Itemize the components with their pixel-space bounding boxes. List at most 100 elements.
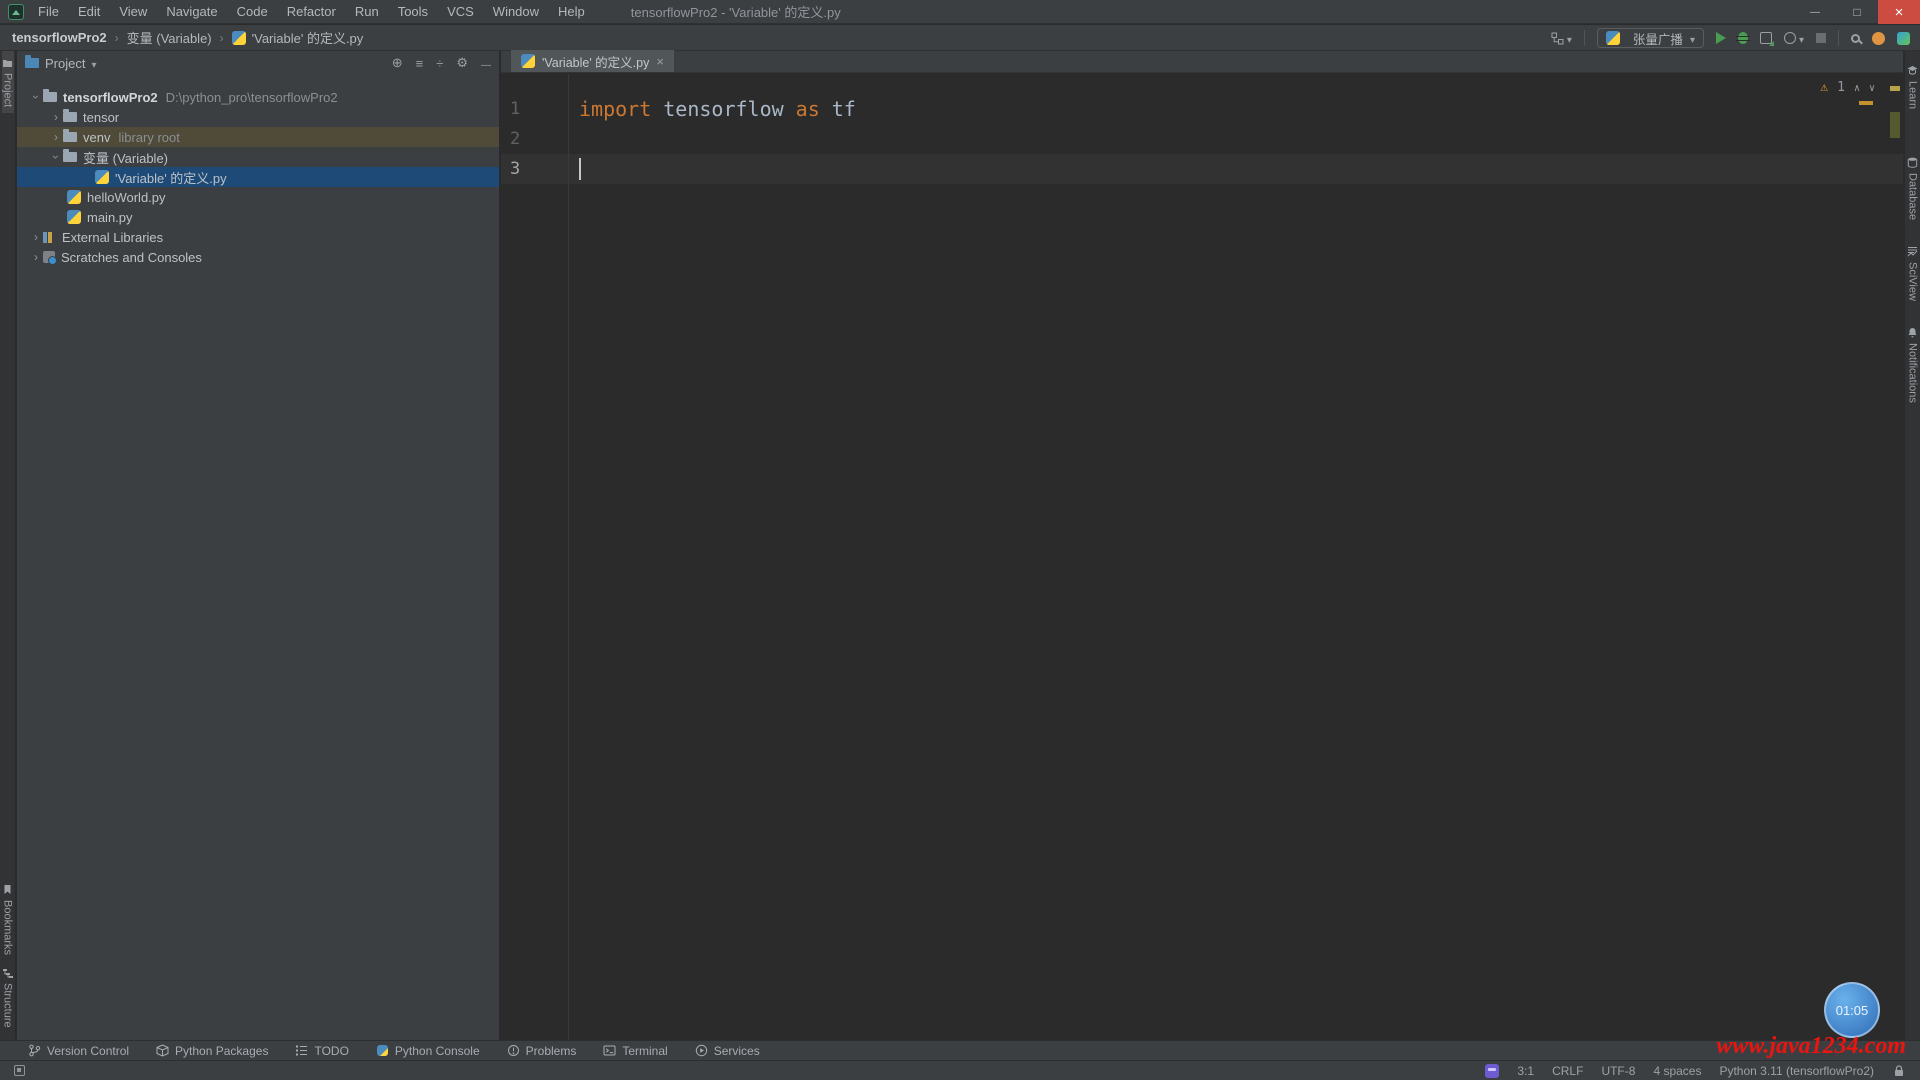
tree-item-scratches[interactable]: Scratches and Consoles — [17, 247, 499, 267]
package-icon — [156, 1044, 169, 1057]
line-number: 3 — [510, 154, 520, 184]
tree-item-root[interactable]: tensorflowPro2 D:\python_pro\tensorflowP… — [17, 87, 499, 107]
tool-button-python-packages[interactable]: Python Packages — [156, 1044, 268, 1058]
tree-item-tensor[interactable]: tensor — [17, 107, 499, 127]
tree-item-venv[interactable]: venv library root — [17, 127, 499, 147]
chevron-down-icon — [1799, 31, 1804, 46]
code-editor[interactable]: 1 importtensorflowastf 2 3 1 — [501, 74, 1903, 1040]
tool-button-notifications[interactable]: Notifications — [1907, 321, 1919, 409]
locate-file-icon[interactable] — [392, 55, 403, 71]
prev-problem-icon[interactable] — [1854, 80, 1860, 95]
scrollbar-warning-mark — [1859, 101, 1873, 105]
chevron-down-icon[interactable] — [49, 150, 63, 164]
editor-tab-active[interactable]: 'Variable' 的定义.py — [511, 50, 674, 72]
tool-window-switcher-icon[interactable] — [14, 1065, 25, 1076]
caret-position[interactable]: 3:1 — [1517, 1064, 1534, 1078]
tool-button-todo[interactable]: TODO — [295, 1044, 348, 1058]
menu-refactor[interactable]: Refactor — [287, 4, 336, 19]
menu-bar: File Edit View Navigate Code Refactor Ru… — [38, 4, 585, 19]
folder-icon — [2, 57, 13, 68]
python-file-icon — [521, 54, 535, 68]
gear-icon[interactable] — [456, 55, 468, 71]
hide-panel-icon[interactable] — [481, 56, 491, 71]
terminal-icon — [603, 1044, 616, 1057]
breadcrumb-project[interactable]: tensorflowPro2 — [12, 30, 107, 45]
tool-button-services[interactable]: Services — [695, 1044, 760, 1058]
tool-button-python-console[interactable]: Python Console — [376, 1044, 480, 1058]
scrollbar-thumb[interactable] — [1890, 112, 1900, 138]
expand-all-icon[interactable] — [416, 56, 424, 71]
maximize-button[interactable] — [1836, 0, 1878, 24]
tree-item-variable-folder[interactable]: 变量 (Variable) — [17, 147, 499, 167]
tool-button-learn[interactable]: Learn — [1907, 59, 1919, 115]
tree-item-helloworld[interactable]: helloWorld.py — [17, 187, 499, 207]
scratches-icon — [43, 251, 55, 263]
chevron-right-icon[interactable] — [29, 230, 43, 244]
tree-item-variable-file[interactable]: 'Variable' 的定义.py — [17, 167, 499, 187]
tool-button-label: Terminal — [622, 1044, 667, 1058]
run-configuration-select[interactable]: 张量广播 — [1597, 28, 1704, 48]
folder-icon — [63, 132, 77, 142]
menu-help[interactable]: Help — [558, 4, 585, 19]
project-panel-title[interactable]: Project — [45, 56, 85, 71]
inspections-widget[interactable]: 1 — [1820, 80, 1875, 95]
menu-file[interactable]: File — [38, 4, 59, 19]
run-button[interactable] — [1716, 32, 1726, 44]
close-tab-icon[interactable] — [656, 54, 664, 69]
tool-button-terminal[interactable]: Terminal — [603, 1044, 667, 1058]
breadcrumb-file[interactable]: 'Variable' 的定义.py — [252, 28, 364, 47]
menu-run[interactable]: Run — [355, 4, 379, 19]
tool-button-bookmarks[interactable]: Bookmarks — [2, 878, 14, 961]
tool-button-problems[interactable]: Problems — [507, 1044, 577, 1058]
app-icon — [8, 4, 24, 20]
chevron-right-icon[interactable] — [49, 130, 63, 144]
todo-icon — [295, 1044, 308, 1057]
chevron-down-icon[interactable] — [91, 56, 96, 71]
tree-item-main[interactable]: main.py — [17, 207, 499, 227]
update-notification-icon[interactable] — [1872, 32, 1885, 45]
learn-icon — [1907, 65, 1918, 76]
profiler-button[interactable] — [1784, 31, 1804, 46]
lock-icon[interactable] — [1892, 1064, 1906, 1077]
tool-button-version-control[interactable]: Version Control — [28, 1044, 129, 1058]
menu-code[interactable]: Code — [237, 4, 268, 19]
tool-button-sciview[interactable]: SciView — [1907, 240, 1919, 307]
indent-setting[interactable]: 4 spaces — [1653, 1064, 1701, 1078]
search-everywhere-icon[interactable] — [1851, 34, 1860, 43]
next-problem-icon[interactable] — [1869, 80, 1875, 95]
code-line: 3 — [501, 154, 1903, 184]
plugin-icon[interactable] — [1897, 32, 1910, 45]
line-ending[interactable]: CRLF — [1552, 1064, 1583, 1078]
menu-window[interactable]: Window — [493, 4, 539, 19]
profiler-icon — [1784, 32, 1796, 44]
menu-navigate[interactable]: Navigate — [166, 4, 217, 19]
collapse-all-icon[interactable] — [436, 56, 443, 71]
watermark-url: www.java1234.com — [1716, 1033, 1906, 1060]
menu-edit[interactable]: Edit — [78, 4, 100, 19]
chevron-right-icon[interactable] — [49, 110, 63, 124]
close-button[interactable] — [1878, 0, 1920, 24]
commit-icon — [1551, 32, 1564, 45]
tree-item-label: Scratches and Consoles — [61, 250, 202, 265]
tree-item-external-libraries[interactable]: External Libraries — [17, 227, 499, 247]
minimize-button[interactable] — [1794, 0, 1836, 24]
plugin-status-icon[interactable] — [1485, 1064, 1499, 1078]
coverage-button[interactable] — [1760, 32, 1772, 44]
chevron-right-icon[interactable] — [29, 250, 43, 264]
breadcrumb-folder[interactable]: 变量 (Variable) — [127, 28, 212, 47]
menu-tools[interactable]: Tools — [398, 4, 428, 19]
debug-button[interactable] — [1738, 32, 1748, 44]
tool-button-project[interactable]: Project — [2, 51, 14, 113]
tool-button-database[interactable]: Database — [1907, 151, 1919, 226]
menu-view[interactable]: View — [119, 4, 147, 19]
vcs-commit-button[interactable] — [1551, 31, 1572, 46]
chevron-down-icon[interactable] — [29, 90, 43, 104]
tool-button-label: Services — [714, 1044, 760, 1058]
python-interpreter[interactable]: Python 3.11 (tensorflowPro2) — [1719, 1064, 1874, 1078]
services-icon — [695, 1044, 708, 1057]
file-encoding[interactable]: UTF-8 — [1601, 1064, 1635, 1078]
tool-button-structure[interactable]: Structure — [2, 961, 14, 1034]
python-file-icon — [67, 210, 81, 224]
code-line: 1 importtensorflowastf — [501, 94, 1903, 124]
menu-vcs[interactable]: VCS — [447, 4, 474, 19]
